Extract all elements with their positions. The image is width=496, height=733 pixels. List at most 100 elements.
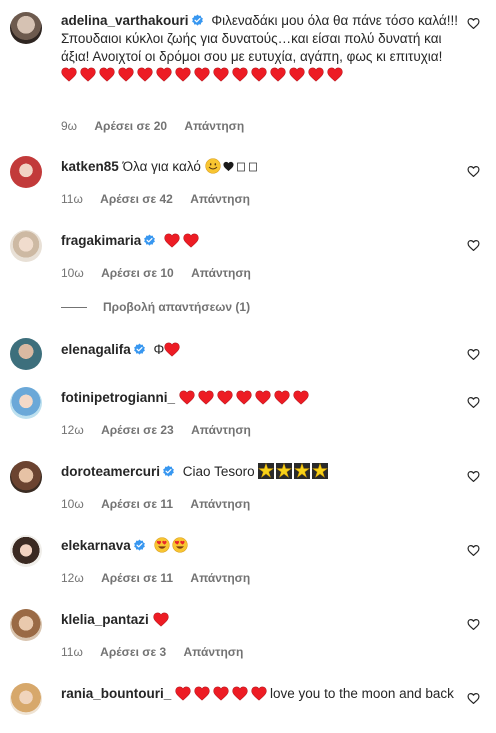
- view-replies-label: Προβολή απαντήσεων (1): [103, 300, 251, 314]
- red-heart-emoji-icon: [308, 67, 324, 82]
- missing-glyph-icon: [248, 160, 258, 174]
- verified-badge-icon: [143, 234, 156, 247]
- red-heart-emoji-icon: [137, 67, 153, 82]
- red-heart-emoji-icon: [198, 390, 214, 405]
- red-heart-emoji-icon: [236, 390, 252, 405]
- likes-count[interactable]: Αρέσει σε 20: [94, 119, 167, 133]
- red-heart-emoji-icon: [164, 342, 180, 357]
- avatar[interactable]: [10, 387, 42, 419]
- red-heart-emoji-icon: [164, 233, 180, 248]
- verified-badge-icon: [133, 539, 146, 552]
- avatar[interactable]: [10, 535, 42, 567]
- avatar[interactable]: [10, 609, 42, 641]
- comment-time: 11ω: [61, 645, 83, 659]
- red-heart-emoji-icon: [183, 233, 199, 248]
- red-heart-emoji-icon: [251, 686, 267, 701]
- red-heart-emoji-icon: [270, 67, 286, 82]
- red-heart-emoji-icon: [293, 390, 309, 405]
- likes-count[interactable]: Αρέσει σε 3: [100, 645, 166, 659]
- red-heart-emoji-icon: [232, 67, 248, 82]
- like-icon[interactable]: [467, 692, 480, 705]
- heart-eyes-emojis: [154, 538, 190, 553]
- like-icon[interactable]: [467, 396, 480, 409]
- view-replies-button[interactable]: Προβολή απαντήσεων (1): [61, 300, 250, 314]
- comment-time: 9ω: [61, 119, 78, 133]
- comment-username[interactable]: elenagalifa: [61, 342, 131, 357]
- reply-button[interactable]: Απάντηση: [184, 645, 244, 659]
- red-heart-emoji-icon: [213, 67, 229, 82]
- avatar[interactable]: [10, 683, 42, 715]
- comment-time: 10ω: [61, 497, 84, 511]
- like-icon[interactable]: [467, 17, 480, 30]
- comment-text: love you to the moon and back: [270, 686, 454, 701]
- heart-emojis: [164, 342, 183, 357]
- heart-eyes-emoji-icon: [154, 537, 170, 553]
- star-emoji-icon: [312, 463, 328, 479]
- red-heart-emoji-icon: [194, 686, 210, 701]
- star-emoji-icon: [294, 463, 310, 479]
- like-icon[interactable]: [467, 618, 480, 631]
- red-heart-emoji-icon: [255, 390, 271, 405]
- reply-button[interactable]: Απάντηση: [191, 423, 251, 437]
- comment-time: 12ω: [61, 423, 84, 437]
- avatar[interactable]: [10, 230, 42, 262]
- comment-text: Όλα για καλό: [122, 159, 201, 174]
- reply-button[interactable]: Απάντηση: [190, 192, 250, 206]
- comment-username[interactable]: doroteamercuri: [61, 464, 160, 479]
- likes-count[interactable]: Αρέσει σε 10: [101, 266, 174, 280]
- likes-count[interactable]: Αρέσει σε 11: [101, 497, 173, 511]
- star-emoji-icon: [258, 463, 274, 479]
- red-heart-emoji-icon: [213, 686, 229, 701]
- comment-text: Ciao Tesoro: [182, 464, 255, 479]
- comment-username[interactable]: rania_bountouri_: [61, 686, 171, 701]
- verified-badge-icon: [162, 465, 175, 478]
- comment-username[interactable]: klelia_pantazi: [61, 612, 149, 627]
- missing-glyph-icon: [236, 160, 246, 174]
- avatar[interactable]: [10, 156, 42, 188]
- avatar[interactable]: [10, 12, 42, 44]
- likes-count[interactable]: Αρέσει σε 42: [100, 192, 173, 206]
- red-heart-emoji-icon: [153, 612, 169, 627]
- comment-username[interactable]: fragakimaria: [61, 233, 141, 248]
- red-heart-emoji-icon: [156, 67, 172, 82]
- like-icon[interactable]: [467, 544, 480, 557]
- verified-badge-icon: [133, 343, 146, 356]
- avatar[interactable]: [10, 461, 42, 493]
- avatar[interactable]: [10, 338, 42, 370]
- red-heart-emoji-icon: [99, 67, 115, 82]
- smile-emoji-icon: [205, 158, 221, 174]
- comment-time: 12ω: [61, 571, 84, 585]
- comment-username[interactable]: fotinipetrogianni_: [61, 390, 175, 405]
- like-icon[interactable]: [467, 239, 480, 252]
- red-heart-emoji-icon: [274, 390, 290, 405]
- likes-count[interactable]: Αρέσει σε 23: [101, 423, 174, 437]
- heart-emojis: [61, 67, 346, 82]
- red-heart-emoji-icon: [194, 67, 210, 82]
- like-icon[interactable]: [467, 165, 480, 178]
- red-heart-emoji-icon: [118, 67, 134, 82]
- red-heart-emoji-icon: [80, 67, 96, 82]
- comment-username[interactable]: adelina_varthakouri: [61, 13, 189, 28]
- red-heart-emoji-icon: [289, 67, 305, 82]
- comment-text: Φ: [153, 342, 165, 357]
- like-icon[interactable]: [467, 348, 480, 361]
- heart-emojis: [164, 233, 202, 248]
- comment-time: 10ω: [61, 266, 84, 280]
- heart-emojis: [153, 612, 172, 627]
- reply-button[interactable]: Απάντηση: [191, 266, 251, 280]
- reply-button[interactable]: Απάντηση: [190, 571, 250, 585]
- red-heart-emoji-icon: [175, 67, 191, 82]
- comment-username[interactable]: elekarnava: [61, 538, 131, 553]
- comment-username[interactable]: katken85: [61, 159, 119, 174]
- red-heart-emoji-icon: [251, 67, 267, 82]
- heart-emojis: [175, 686, 270, 701]
- red-heart-emoji-icon: [175, 686, 191, 701]
- red-heart-emoji-icon: [61, 67, 77, 82]
- like-icon[interactable]: [467, 470, 480, 483]
- reply-button[interactable]: Απάντηση: [184, 119, 244, 133]
- likes-count[interactable]: Αρέσει σε 11: [101, 571, 173, 585]
- reply-button[interactable]: Απάντηση: [190, 497, 250, 511]
- star-emojis: [258, 464, 330, 479]
- red-heart-emoji-icon: [217, 390, 233, 405]
- comment-time: 11ω: [61, 192, 83, 206]
